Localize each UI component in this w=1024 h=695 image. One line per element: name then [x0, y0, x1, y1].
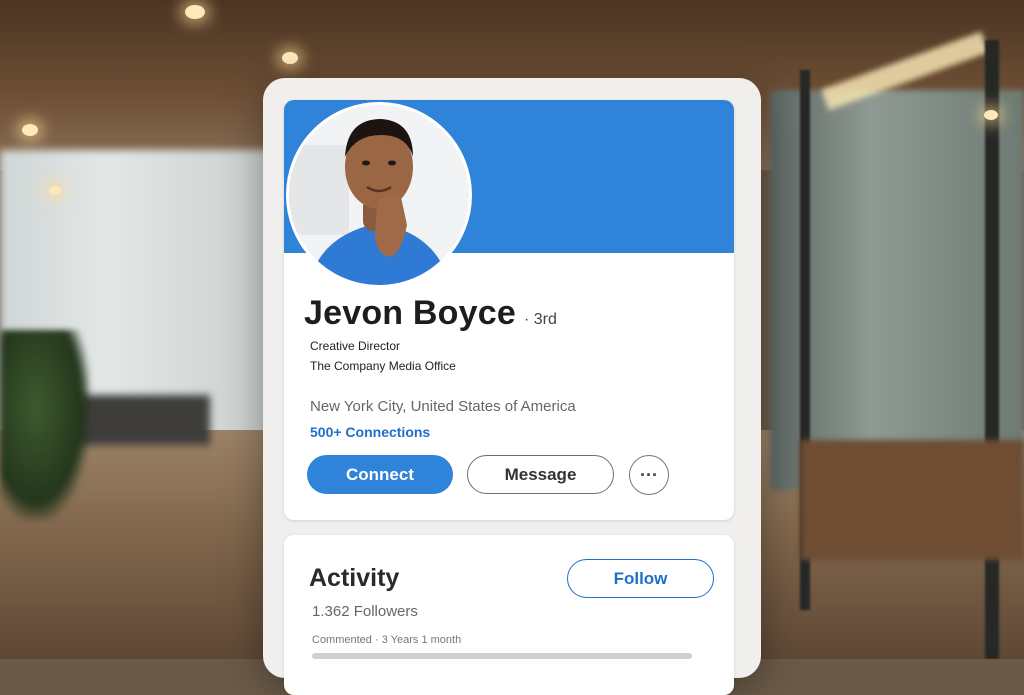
message-button[interactable]: Message — [467, 455, 614, 494]
profile-card: Jevon Boyce · 3rd Creative Director The … — [284, 100, 734, 520]
connection-degree: · 3rd — [523, 311, 557, 328]
ceiling-light — [185, 5, 205, 19]
connections-link[interactable]: 500+ Connections — [310, 424, 430, 440]
ceiling-light — [49, 186, 61, 195]
glass-frame — [985, 40, 999, 659]
activity-card: Activity 1.362 Followers Follow Commente… — [284, 535, 734, 695]
profile-name: Jevon Boyce — [304, 294, 516, 332]
activity-title: Activity — [309, 564, 400, 592]
profile-location: New York City, United States of America — [310, 398, 576, 415]
profile-avatar[interactable] — [286, 102, 472, 288]
phone-frame: Jevon Boyce · 3rd Creative Director The … — [263, 78, 761, 695]
connect-button[interactable]: Connect — [307, 455, 453, 494]
name-row: Jevon Boyce · 3rd — [304, 294, 557, 333]
ceiling-light — [22, 124, 38, 136]
activity-meta: Commented · 3 Years 1 month — [312, 634, 462, 646]
profile-company: The Company Media Office — [310, 359, 456, 373]
more-options-button[interactable]: ··· — [629, 455, 669, 495]
ellipsis-icon: ··· — [640, 464, 658, 485]
profile-headline: Creative Director — [310, 339, 401, 353]
followers-count: 1.362 Followers — [312, 603, 418, 620]
ceiling-light — [282, 52, 298, 64]
plant — [0, 330, 90, 520]
follow-button[interactable]: Follow — [567, 559, 714, 598]
activity-preview-text — [312, 653, 692, 659]
avatar-portrait-icon — [289, 105, 469, 285]
desk — [800, 440, 1024, 560]
ceiling-light — [984, 110, 998, 120]
